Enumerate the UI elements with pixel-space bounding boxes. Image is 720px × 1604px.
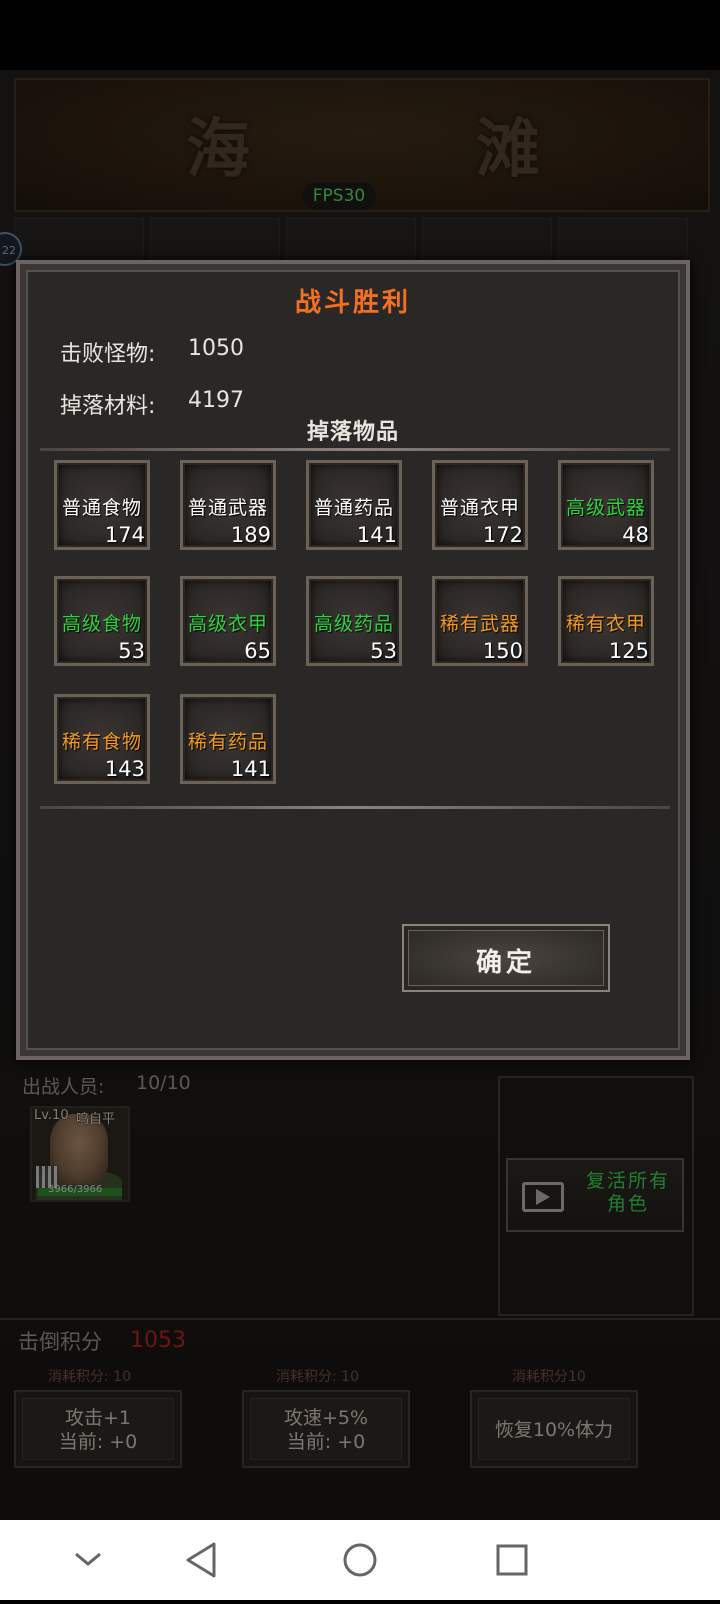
loot-item[interactable]: 普通衣甲 172 — [432, 460, 528, 550]
loot-item-name: 高级武器 — [565, 497, 646, 519]
dialog-title: 战斗胜利 — [294, 288, 411, 318]
back-triangle-icon[interactable] — [172, 1520, 232, 1600]
loot-item-count: 172 — [482, 523, 523, 547]
confirm-label: 确定 — [475, 948, 536, 978]
loot-item-count: 53 — [118, 639, 145, 663]
loot-item-name: 高级衣甲 — [187, 613, 268, 635]
loot-item-name: 普通衣甲 — [439, 497, 520, 519]
loot-item-name: 普通药品 — [313, 497, 394, 519]
loot-item-name: 稀有食物 — [61, 731, 142, 753]
home-circle-icon[interactable] — [330, 1520, 390, 1600]
divider — [40, 806, 670, 809]
loot-item[interactable]: 普通武器 189 — [180, 460, 276, 550]
loot-item[interactable]: 高级食物 53 — [54, 576, 150, 666]
loot-item-count: 141 — [230, 757, 271, 781]
loot-item-name: 普通食物 — [61, 497, 142, 519]
loot-item-count: 141 — [356, 523, 397, 547]
recents-square-icon[interactable] — [482, 1520, 542, 1600]
loot-item-count: 189 — [230, 523, 271, 547]
loot-item-count: 53 — [370, 639, 397, 663]
loot-item[interactable]: 高级武器 48 — [558, 460, 654, 550]
drops-title: 掉落物品 — [306, 420, 399, 445]
loot-item-count: 65 — [244, 639, 271, 663]
loot-item[interactable]: 稀有食物 143 — [54, 694, 150, 784]
back-chevron-icon[interactable] — [58, 1520, 118, 1600]
confirm-button[interactable]: 确定 — [402, 924, 610, 992]
loot-item-name: 高级药品 — [313, 613, 394, 635]
loot-item-count: 143 — [104, 757, 145, 781]
loot-item-name: 高级食物 — [61, 613, 142, 635]
loot-item[interactable]: 稀有衣甲 125 — [558, 576, 654, 666]
loot-item[interactable]: 普通食物 174 — [54, 460, 150, 550]
divider — [40, 448, 670, 451]
loot-item-name: 稀有衣甲 — [565, 613, 646, 635]
materials-value: 4197 — [188, 388, 244, 413]
navigation-bar — [0, 1520, 720, 1600]
loot-item-count: 125 — [608, 639, 649, 663]
loot-item-count: 150 — [482, 639, 523, 663]
loot-item[interactable]: 稀有武器 150 — [432, 576, 528, 666]
loot-item[interactable]: 稀有药品 141 — [180, 694, 276, 784]
loot-item[interactable]: 普通药品 141 — [306, 460, 402, 550]
loot-item-count: 174 — [104, 523, 145, 547]
loot-item-name: 稀有药品 — [187, 731, 268, 753]
loot-item-count: 48 — [622, 523, 649, 547]
loot-item-name: 稀有武器 — [439, 613, 520, 635]
loot-item[interactable]: 高级衣甲 65 — [180, 576, 276, 666]
loot-item-name: 普通武器 — [187, 497, 268, 519]
victory-dialog: 战斗胜利 击败怪物: 1050 掉落材料: 4197 掉落物品 确定 普通食物 1… — [16, 260, 690, 1060]
defeated-label: 击败怪物: — [60, 342, 156, 367]
loot-item[interactable]: 高级药品 53 — [306, 576, 402, 666]
defeated-value: 1050 — [188, 336, 244, 361]
